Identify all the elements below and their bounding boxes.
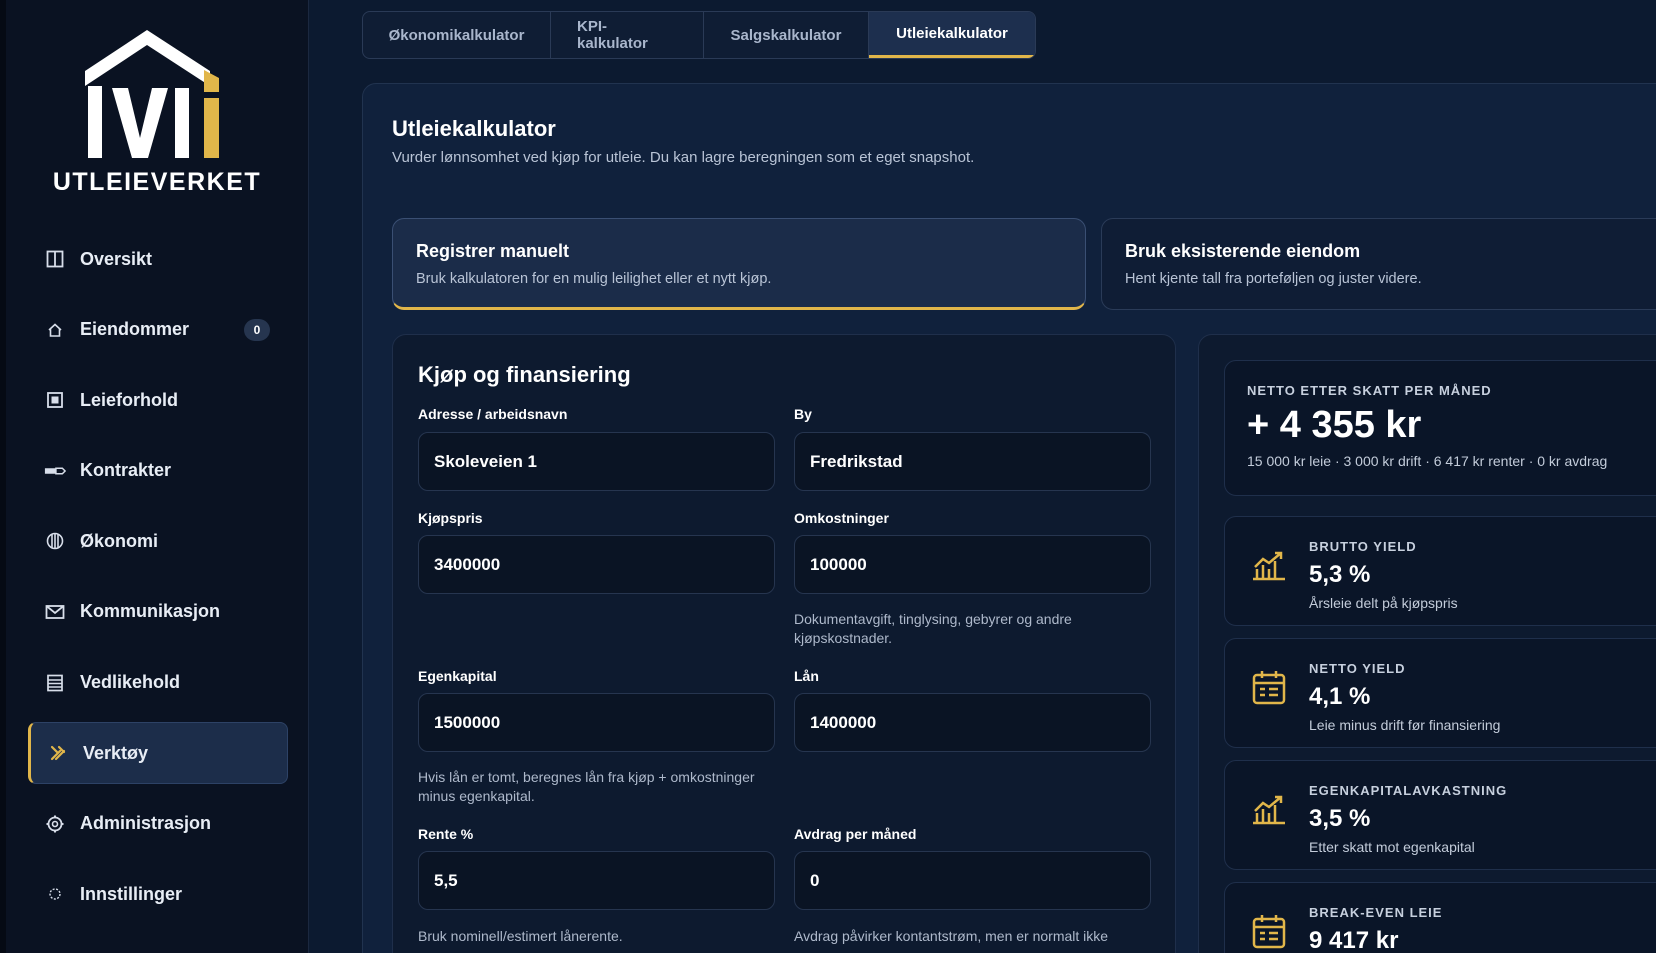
columns-icon [44, 248, 66, 270]
list-icon [44, 672, 66, 694]
price-input[interactable] [418, 535, 775, 594]
sidebar-item-innstillinger[interactable]: Innstillinger [28, 863, 288, 925]
sidebar-item-label: Oversikt [80, 248, 153, 269]
equity-input[interactable] [418, 693, 775, 752]
metric-kicker: NETTO YIELD [1309, 661, 1406, 676]
square-icon [44, 389, 66, 411]
costs-hint: Dokumentavgift, tinglysing, gebyrer og a… [794, 611, 1072, 646]
calculator-tabs: Økonomikalkulator KPI-kalkulator Salgska… [362, 11, 1036, 59]
sidebar-item-label: Økonomi [80, 530, 159, 551]
metric-kicker: EGENKAPITALAVKASTNING [1309, 783, 1508, 798]
globe-icon [44, 530, 66, 552]
net-value: + 4 355 kr [1247, 404, 1422, 446]
metric-value: 9 417 kr [1309, 927, 1399, 953]
net-detail: 15 000 kr leie · 3 000 kr drift · 6 417 … [1247, 453, 1608, 469]
metric-value: 4,1 % [1309, 683, 1371, 710]
metric-desc: Årsleie delt på kjøpspris [1309, 595, 1458, 611]
metric-kicker: BRUTTO YIELD [1309, 539, 1417, 554]
metric-desc: Leie minus drift før finansiering [1309, 717, 1501, 733]
address-label: Adresse / arbeidsnavn [418, 406, 568, 422]
mode-card-title: Bruk eksisterende eiendom [1125, 241, 1361, 261]
sidebar-item-label: Eiendommer [80, 319, 190, 340]
sidebar-item-kontrakter[interactable]: Kontrakter [28, 440, 288, 502]
tab-salgskalkulator[interactable]: Salgskalkulator [704, 12, 869, 58]
count-badge: 0 [244, 318, 270, 341]
metric-gross-yield: BRUTTO YIELD 5,3 % Årsleie delt på kjøps… [1224, 516, 1656, 626]
costs-input[interactable] [794, 535, 1151, 594]
sidebar-item-label: Verktøy [83, 742, 149, 763]
sidebar-item-eiendommer[interactable]: Eiendommer 0 [28, 299, 288, 361]
costs-label: Omkostninger [794, 510, 889, 526]
installment-input[interactable] [794, 851, 1151, 910]
address-input[interactable] [418, 432, 775, 491]
chart-icon [1253, 551, 1285, 581]
mode-card-desc: Hent kjente tall fra porteføljen og just… [1125, 271, 1422, 287]
mode-card-desc: Bruk kalkulatoren for en mulig leilighet… [416, 271, 772, 287]
app: UTLEIEVERKET Oversikt Eiendommer 0 Leief… [0, 0, 1656, 953]
sidebar-item-kommunikasjon[interactable]: Kommunikasjon [28, 581, 288, 643]
price-label: Kjøpspris [418, 510, 483, 526]
chart-icon [1253, 795, 1285, 825]
mail-icon [44, 601, 66, 623]
pen-icon [44, 460, 66, 482]
rate-hint: Bruk nominell/estimert lånerente. [418, 928, 623, 944]
calendar-icon [1252, 915, 1286, 949]
hammer-icon [47, 742, 69, 764]
sidebar: UTLEIEVERKET Oversikt Eiendommer 0 Leief… [0, 0, 309, 953]
sidebar-item-vedlikehold[interactable]: Vedlikehold [28, 652, 288, 714]
net-after-tax-box: NETTO ETTER SKATT PER MÅNED + 4 355 kr 1… [1224, 360, 1656, 496]
sidebar-item-oversikt[interactable]: Oversikt [28, 228, 288, 290]
metric-break-even-rent: BREAK-EVEN LEIE 9 417 kr [1224, 882, 1656, 953]
city-label: By [794, 406, 812, 422]
home-icon [44, 319, 66, 341]
installment-label: Avdrag per måned [794, 826, 917, 842]
equity-hint: Hvis lån er tomt, beregnes lån fra kjøp … [418, 769, 755, 804]
net-kicker: NETTO ETTER SKATT PER MÅNED [1247, 383, 1492, 398]
loan-label: Lån [794, 668, 819, 684]
metric-net-yield: NETTO YIELD 4,1 % Leie minus drift før f… [1224, 638, 1656, 748]
logo[interactable]: UTLEIEVERKET [44, 26, 270, 196]
gear-icon [44, 813, 66, 835]
loan-input[interactable] [794, 693, 1151, 752]
sidebar-nav: Oversikt Eiendommer 0 Leieforhold Kontra… [28, 228, 288, 934]
tab-kpi-kalkulator[interactable]: KPI-kalkulator [551, 12, 704, 58]
sidebar-item-administrasjon[interactable]: Administrasjon [28, 793, 288, 855]
metric-kicker: BREAK-EVEN LEIE [1309, 905, 1443, 920]
tab-okonomikalkulator[interactable]: Økonomikalkulator [363, 12, 551, 58]
rate-input[interactable] [418, 851, 775, 910]
sidebar-item-label: Vedlikehold [80, 672, 181, 693]
sidebar-item-leieforhold[interactable]: Leieforhold [28, 369, 288, 431]
mode-card-existing[interactable]: Bruk eksisterende eiendom Hent kjente ta… [1101, 218, 1656, 310]
metric-desc: Etter skatt mot egenkapital [1309, 839, 1475, 855]
sidebar-edge [0, 0, 6, 953]
sidebar-item-okonomi[interactable]: Økonomi [28, 510, 288, 572]
calendar-icon [1252, 671, 1286, 705]
installment-hint: Avdrag påvirker kontantstrøm, men er nor… [794, 928, 1109, 944]
equity-label: Egenkapital [418, 668, 497, 684]
page-title: Utleiekalkulator [392, 116, 556, 141]
page-subtitle: Vurder lønnsomhet ved kjøp for utleie. D… [392, 149, 975, 166]
brand-name: UTLEIEVERKET [52, 168, 262, 196]
sidebar-item-label: Innstillinger [80, 883, 183, 904]
sidebar-item-label: Kontrakter [80, 460, 172, 481]
mode-card-manual[interactable]: Registrer manuelt Bruk kalkulatoren for … [392, 218, 1086, 310]
metric-value: 5,3 % [1309, 561, 1371, 588]
tab-utleiekalkulator[interactable]: Utleiekalkulator [869, 12, 1035, 58]
form-title: Kjøp og finansiering [418, 362, 631, 387]
sidebar-item-label: Kommunikasjon [80, 601, 221, 622]
sidebar-item-label: Leieforhold [80, 389, 178, 410]
city-input[interactable] [794, 432, 1151, 491]
metric-equity-return: EGENKAPITALAVKASTNING 3,5 % Etter skatt … [1224, 760, 1656, 870]
sidebar-item-verktoy[interactable]: Verktøy [28, 722, 288, 785]
circle-icon [44, 883, 66, 905]
house-logo-icon [85, 30, 219, 158]
mode-card-title: Registrer manuelt [416, 241, 570, 261]
sidebar-item-label: Administrasjon [80, 813, 212, 834]
metric-value: 3,5 % [1309, 805, 1371, 832]
rate-label: Rente % [418, 826, 474, 842]
